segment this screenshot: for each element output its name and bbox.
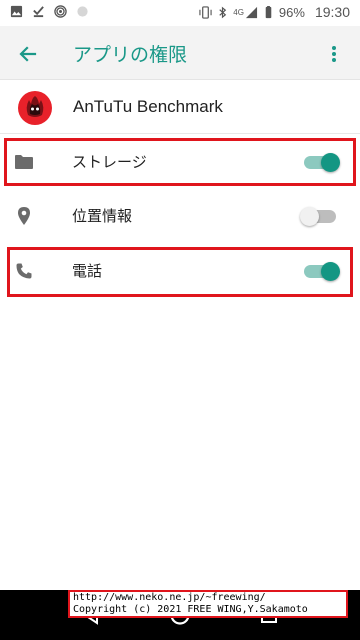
permission-label: 位置情報 xyxy=(72,207,133,225)
status-bar: 4G 96% 19:30 xyxy=(0,0,360,26)
permission-row-phone[interactable]: 電話 xyxy=(0,243,360,297)
signal-icon xyxy=(245,6,257,18)
dot-icon xyxy=(77,6,88,17)
location-permission-toggle[interactable] xyxy=(300,207,340,226)
watermark-copyright: Copyright (c) 2021 FREE WING,Y.Sakamoto xyxy=(73,604,308,615)
more-vert-icon xyxy=(332,46,336,62)
hotspot-icon xyxy=(54,5,67,18)
app-name: AnTuTu Benchmark xyxy=(73,97,223,116)
status-bar-system: 4G 96% 19:30 xyxy=(199,4,350,20)
watermark-url: http://www.neko.ne.jp/~freewing/ xyxy=(73,592,266,603)
antutu-app-icon xyxy=(18,91,52,125)
vibrate-icon xyxy=(199,5,212,19)
clock: 19:30 xyxy=(314,4,350,20)
toggle-thumb xyxy=(321,153,340,172)
app-header: AnTuTu Benchmark xyxy=(0,82,360,134)
folder-icon xyxy=(13,151,35,173)
app-bar: アプリの権限 xyxy=(0,26,360,80)
location-icon xyxy=(13,205,35,227)
permission-label: 電話 xyxy=(72,262,103,280)
permission-row-location[interactable]: 位置情報 xyxy=(0,188,360,242)
image-icon xyxy=(10,5,23,18)
toggle-thumb xyxy=(300,207,319,226)
permission-label: ストレージ xyxy=(72,153,147,171)
download-done-icon xyxy=(33,6,44,18)
toggle-thumb xyxy=(321,262,340,281)
bluetooth-icon xyxy=(219,6,227,18)
back-button[interactable] xyxy=(12,38,44,70)
status-bar-notifications xyxy=(10,5,89,18)
network-type: 4G xyxy=(233,7,244,17)
page-title: アプリの権限 xyxy=(73,44,188,66)
more-options-button[interactable] xyxy=(318,38,350,70)
arrow-back-icon xyxy=(19,46,37,62)
permission-row-storage[interactable]: ストレージ xyxy=(0,134,360,188)
phone-icon xyxy=(13,260,35,282)
battery-level: 96% xyxy=(278,4,305,20)
copyright-watermark: http://www.neko.ne.jp/~freewing/ Copyrig… xyxy=(68,590,348,618)
phone-permission-toggle[interactable] xyxy=(300,262,340,281)
battery-icon xyxy=(265,5,272,18)
storage-permission-toggle[interactable] xyxy=(300,153,340,172)
